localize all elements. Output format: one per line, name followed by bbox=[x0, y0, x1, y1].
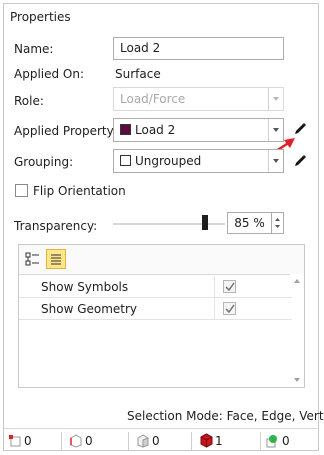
property-color-swatch bbox=[120, 124, 131, 135]
solid-count-value: 1 bbox=[215, 434, 223, 448]
name-label: Name: bbox=[14, 42, 54, 56]
status-separator bbox=[128, 432, 129, 450]
chevron-down-icon bbox=[268, 88, 283, 110]
alphabetical-view-icon[interactable] bbox=[46, 249, 66, 269]
edge-count-value: 0 bbox=[85, 434, 93, 448]
point-select-icon bbox=[8, 434, 22, 451]
show-geometry-checkbox[interactable] bbox=[223, 302, 236, 315]
face-count-value: 0 bbox=[152, 434, 160, 448]
role-dropdown[interactable]: Load/Force bbox=[113, 87, 284, 111]
grid-toolbar bbox=[19, 245, 304, 275]
node-select-icon bbox=[266, 434, 280, 451]
role-label: Role: bbox=[14, 94, 44, 108]
applied-property-label: Applied Property: bbox=[14, 124, 117, 138]
flip-orientation-label: Flip Orientation bbox=[33, 184, 126, 198]
edit-grouping-pencil-icon[interactable] bbox=[292, 153, 308, 169]
status-separator bbox=[61, 432, 62, 450]
show-symbols-label: Show Symbols bbox=[41, 280, 129, 294]
grouping-color-swatch bbox=[120, 155, 131, 166]
face-select-icon bbox=[136, 434, 150, 451]
show-geometry-label: Show Geometry bbox=[41, 302, 138, 316]
grouping-dropdown[interactable]: Ungrouped bbox=[113, 149, 284, 173]
node-count-value: 0 bbox=[282, 434, 290, 448]
grid-column-divider bbox=[214, 298, 215, 319]
status-bar-divider bbox=[4, 428, 318, 429]
properties-panel: Properties Name: Load 2 Applied On: Surf… bbox=[3, 3, 324, 451]
transparency-input[interactable]: 85 % bbox=[227, 212, 272, 234]
transparency-slider-track[interactable] bbox=[113, 223, 225, 225]
applied-on-label: Applied On: bbox=[14, 67, 85, 81]
status-separator bbox=[191, 432, 192, 450]
flip-orientation-checkbox[interactable] bbox=[15, 184, 28, 197]
grid-row-show-geometry: Show Geometry bbox=[19, 298, 292, 320]
status-separator bbox=[260, 432, 261, 450]
chevron-down-icon bbox=[268, 150, 283, 172]
applied-on-value: Surface bbox=[115, 67, 161, 81]
transparency-slider-thumb[interactable] bbox=[202, 215, 208, 230]
point-count-value: 0 bbox=[24, 434, 32, 448]
grouping-value: Ungrouped bbox=[135, 154, 202, 168]
grouping-display: Ungrouped bbox=[120, 154, 201, 168]
grid-scrollbar[interactable] bbox=[290, 274, 304, 387]
role-dropdown-value: Load/Force bbox=[120, 92, 186, 106]
transparency-label: Transparency: bbox=[14, 219, 98, 233]
grid-row-show-symbols: Show Symbols bbox=[19, 276, 292, 298]
categorized-view-icon[interactable] bbox=[25, 251, 41, 267]
grid-column-divider bbox=[214, 276, 215, 297]
applied-property-display: Load 2 bbox=[120, 123, 175, 137]
transparency-spinner[interactable] bbox=[272, 212, 284, 234]
edge-select-icon bbox=[69, 434, 83, 451]
solid-select-icon bbox=[199, 433, 214, 451]
applied-property-value: Load 2 bbox=[135, 123, 176, 137]
show-symbols-checkbox[interactable] bbox=[223, 280, 236, 293]
grouping-label: Grouping: bbox=[14, 155, 74, 169]
panel-title: Properties bbox=[10, 10, 71, 24]
selection-mode-text: Selection Mode: Face, Edge, Vertex bbox=[127, 409, 324, 423]
name-input[interactable]: Load 2 bbox=[113, 37, 284, 60]
